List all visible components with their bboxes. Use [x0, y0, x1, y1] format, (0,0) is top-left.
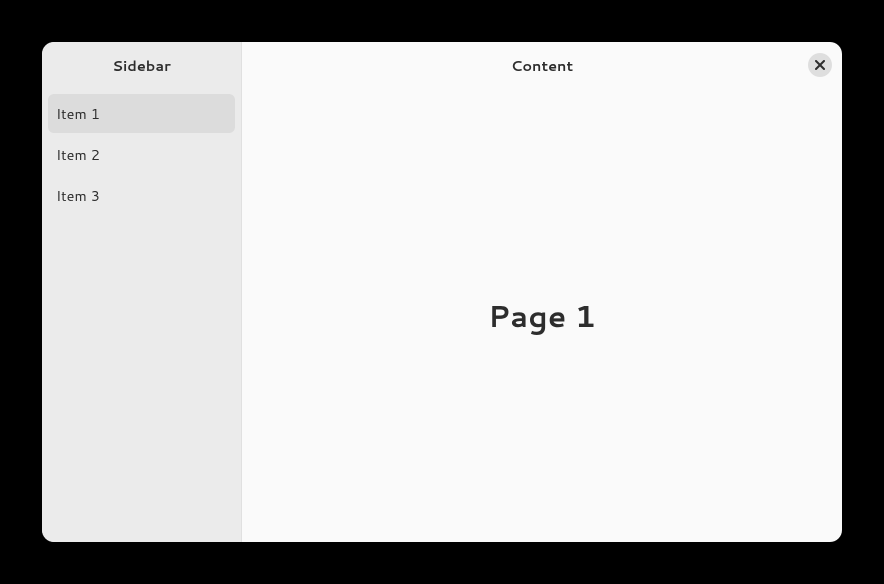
sidebar-items: Item 1 Item 2 Item 3 — [42, 88, 241, 221]
content-pane: Content Page 1 — [242, 42, 842, 542]
content-header: Content — [242, 42, 842, 88]
close-icon — [815, 60, 825, 70]
sidebar-item-label: Item 2 — [56, 144, 100, 165]
close-button[interactable] — [808, 53, 832, 77]
sidebar-item-1[interactable]: Item 1 — [48, 94, 235, 133]
content-body: Page 1 — [242, 88, 842, 542]
sidebar-item-3[interactable]: Item 3 — [48, 176, 235, 215]
sidebar-item-label: Item 1 — [56, 103, 100, 124]
sidebar: Sidebar Item 1 Item 2 Item 3 — [42, 42, 242, 542]
sidebar-item-2[interactable]: Item 2 — [48, 135, 235, 174]
sidebar-item-label: Item 3 — [56, 185, 100, 206]
app-window: Sidebar Item 1 Item 2 Item 3 Content — [42, 42, 842, 542]
content-title: Content — [511, 55, 573, 76]
page-heading: Page 1 — [488, 294, 596, 337]
sidebar-title: Sidebar — [42, 42, 241, 88]
